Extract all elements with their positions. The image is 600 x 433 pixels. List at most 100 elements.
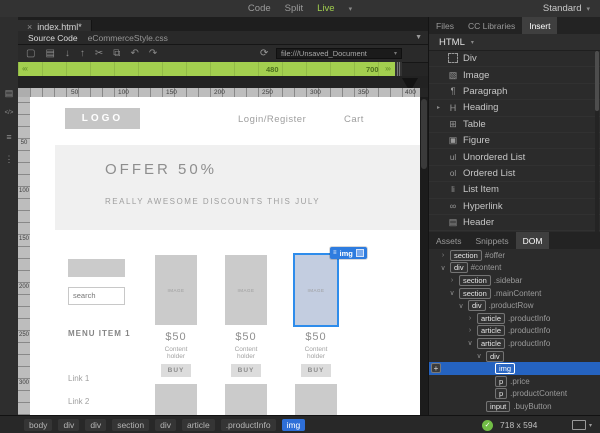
related-file-source-code[interactable]: Source Code [28,33,78,43]
tab-cc-libraries[interactable]: CC Libraries [461,17,522,34]
tab-insert[interactable]: Insert [522,17,558,34]
dom-row[interactable]: ∨ section .mainContent [429,287,600,300]
chevron-right-icon[interactable]: › [439,252,447,259]
chevron-down-icon[interactable]: ∨ [448,289,456,297]
insert-item-hyperlink[interactable]: ∞ Hyperlink [429,199,600,215]
dom-row[interactable]: › section #offer [429,249,600,262]
tab-snippets[interactable]: Snippets [469,232,516,249]
buy-button[interactable]: BUY [161,364,191,377]
insert-item-table[interactable]: ⊞ Table [429,117,600,133]
login-register-link[interactable]: Login/Register [238,114,306,125]
dom-row[interactable]: ∨ article .productInfo [429,337,600,350]
chevron-down-icon[interactable]: ∨ [466,339,474,347]
insert-item-ordered-list[interactable]: ol Ordered List [429,166,600,183]
menu-icon[interactable]: ≡ [0,132,18,142]
insert-item-list-item[interactable]: li List Item [429,182,600,199]
sidebar-link-2[interactable]: Link 2 [68,397,89,406]
insert-item-paragraph[interactable]: ¶ Paragraph [429,84,600,101]
buy-button[interactable]: BUY [231,364,261,377]
canvas-scrollbar[interactable] [420,97,428,415]
more-icon[interactable]: ⋮ [0,154,18,165]
dom-row[interactable]: › section .sidebar [429,274,600,287]
tag-selector-div[interactable]: div [58,418,80,431]
tag-selector-img-selected[interactable]: img [281,418,306,431]
ruler-number: 50 [71,88,79,96]
view-mode-caret-icon[interactable]: ▾ [349,5,353,13]
dom-row[interactable]: ∨ div .productRow [429,299,600,312]
element-display-badge[interactable]: ≡ img [330,247,367,259]
insert-item-unordered-list[interactable]: ul Unordered List [429,149,600,166]
dom-row[interactable]: p .productContent [429,388,600,401]
product-image[interactable] [155,384,197,415]
dom-row[interactable]: ∨ div #content [429,262,600,275]
redo-icon[interactable]: ↷ [149,48,157,59]
code-icon[interactable]: </> [0,110,18,116]
cut-icon[interactable]: ✂ [95,48,103,59]
dom-row-selected-img[interactable]: + img [429,362,600,375]
chevron-down-icon[interactable]: ∨ [457,302,465,310]
workspace-switcher[interactable]: Standard ▾ [543,0,590,17]
chevron-right-icon[interactable]: › [448,277,456,284]
product-image[interactable]: IMAGE [155,255,197,325]
copy-icon[interactable]: ⧉ [113,48,120,59]
tag-selector-productinfo[interactable]: .productInfo [220,418,276,431]
view-mode-split[interactable]: Split [285,3,303,14]
viewport-size-scrubber[interactable]: ‹‹‹ 480 700 ››› [18,62,402,76]
canvas-scrollbar-thumb[interactable] [421,99,427,169]
new-document-icon[interactable]: ▢ [26,48,35,59]
dom-row[interactable]: input .buyButton [429,400,600,413]
search-input[interactable] [68,286,125,305]
tab-files[interactable]: Files [429,17,461,34]
add-element-button[interactable]: + [431,363,441,374]
insert-item-heading[interactable]: ▸ H Heading [429,100,600,117]
dom-row[interactable]: ∨ div [429,350,600,363]
element-menu-icon[interactable]: ≡ [333,250,337,256]
refresh-icon[interactable]: ⟳ [260,48,268,59]
open-file-icon[interactable]: ▤ [45,48,54,59]
insert-item-image[interactable]: ▧ Image [429,67,600,84]
tab-assets[interactable]: Assets [429,232,469,249]
tag-selector-div[interactable]: div [155,418,176,431]
product-image[interactable]: IMAGE [225,255,267,325]
insert-category-dropdown[interactable]: HTML ▾ [429,34,600,51]
tag-selector-article[interactable]: article [182,418,215,431]
lint-ok-icon[interactable]: ✓ [482,419,493,431]
tab-dom[interactable]: DOM [515,232,550,249]
upload-icon[interactable]: ↑ [80,48,85,59]
insert-item-header[interactable]: ▤ Header [429,215,600,232]
view-mode-live[interactable]: Live [317,3,334,14]
preview-size-dropdown[interactable]: ▾ [571,416,592,433]
dom-row[interactable]: › article .productInfo [429,325,600,338]
related-file-css[interactable]: eCommerceStyle.css [88,33,168,43]
chevron-right-icon[interactable]: › [466,327,474,334]
tag-selector-section[interactable]: section [112,418,150,431]
product-image[interactable] [225,384,267,415]
tag-selector-body[interactable]: body [24,418,53,431]
live-view-canvas[interactable]: LOGO Login/Register Cart OFFER 50% REALL… [30,97,420,415]
insert-scrollbar[interactable] [595,51,599,232]
undo-icon[interactable]: ↶ [130,48,138,59]
element-options-icon[interactable] [355,249,364,257]
chevron-down-icon[interactable]: ∨ [439,264,447,272]
save-icon[interactable]: ↓ [65,48,70,59]
chevron-down-icon[interactable]: ∨ [475,352,483,360]
chevron-right-icon[interactable]: › [466,315,474,322]
insert-item-figure[interactable]: ▣ Figure [429,133,600,150]
product-image[interactable] [295,384,337,415]
sidebar-link-1[interactable]: Link 1 [68,374,89,383]
cart-link[interactable]: Cart [344,114,364,125]
dom-row[interactable]: p .price [429,375,600,388]
scrubber-handle[interactable] [395,62,402,76]
address-bar[interactable]: file:///Unsaved_Document ▾ [276,47,402,59]
insert-item-div[interactable]: Div [429,51,600,68]
files-icon[interactable]: ▤ [0,88,18,99]
view-mode-code[interactable]: Code [248,3,271,14]
dom-row[interactable]: › article .productInfo [429,312,600,325]
buy-button[interactable]: BUY [301,364,331,377]
tag-selector-div[interactable]: div [85,418,107,431]
selected-product-image[interactable]: IMAGE [293,253,339,327]
filter-icon[interactable]: ▼ [415,34,422,41]
address-caret-icon[interactable]: ▾ [394,50,397,57]
insert-scrollbar-thumb[interactable] [595,51,599,111]
window-size-readout[interactable]: 718 x 594 [500,420,537,430]
